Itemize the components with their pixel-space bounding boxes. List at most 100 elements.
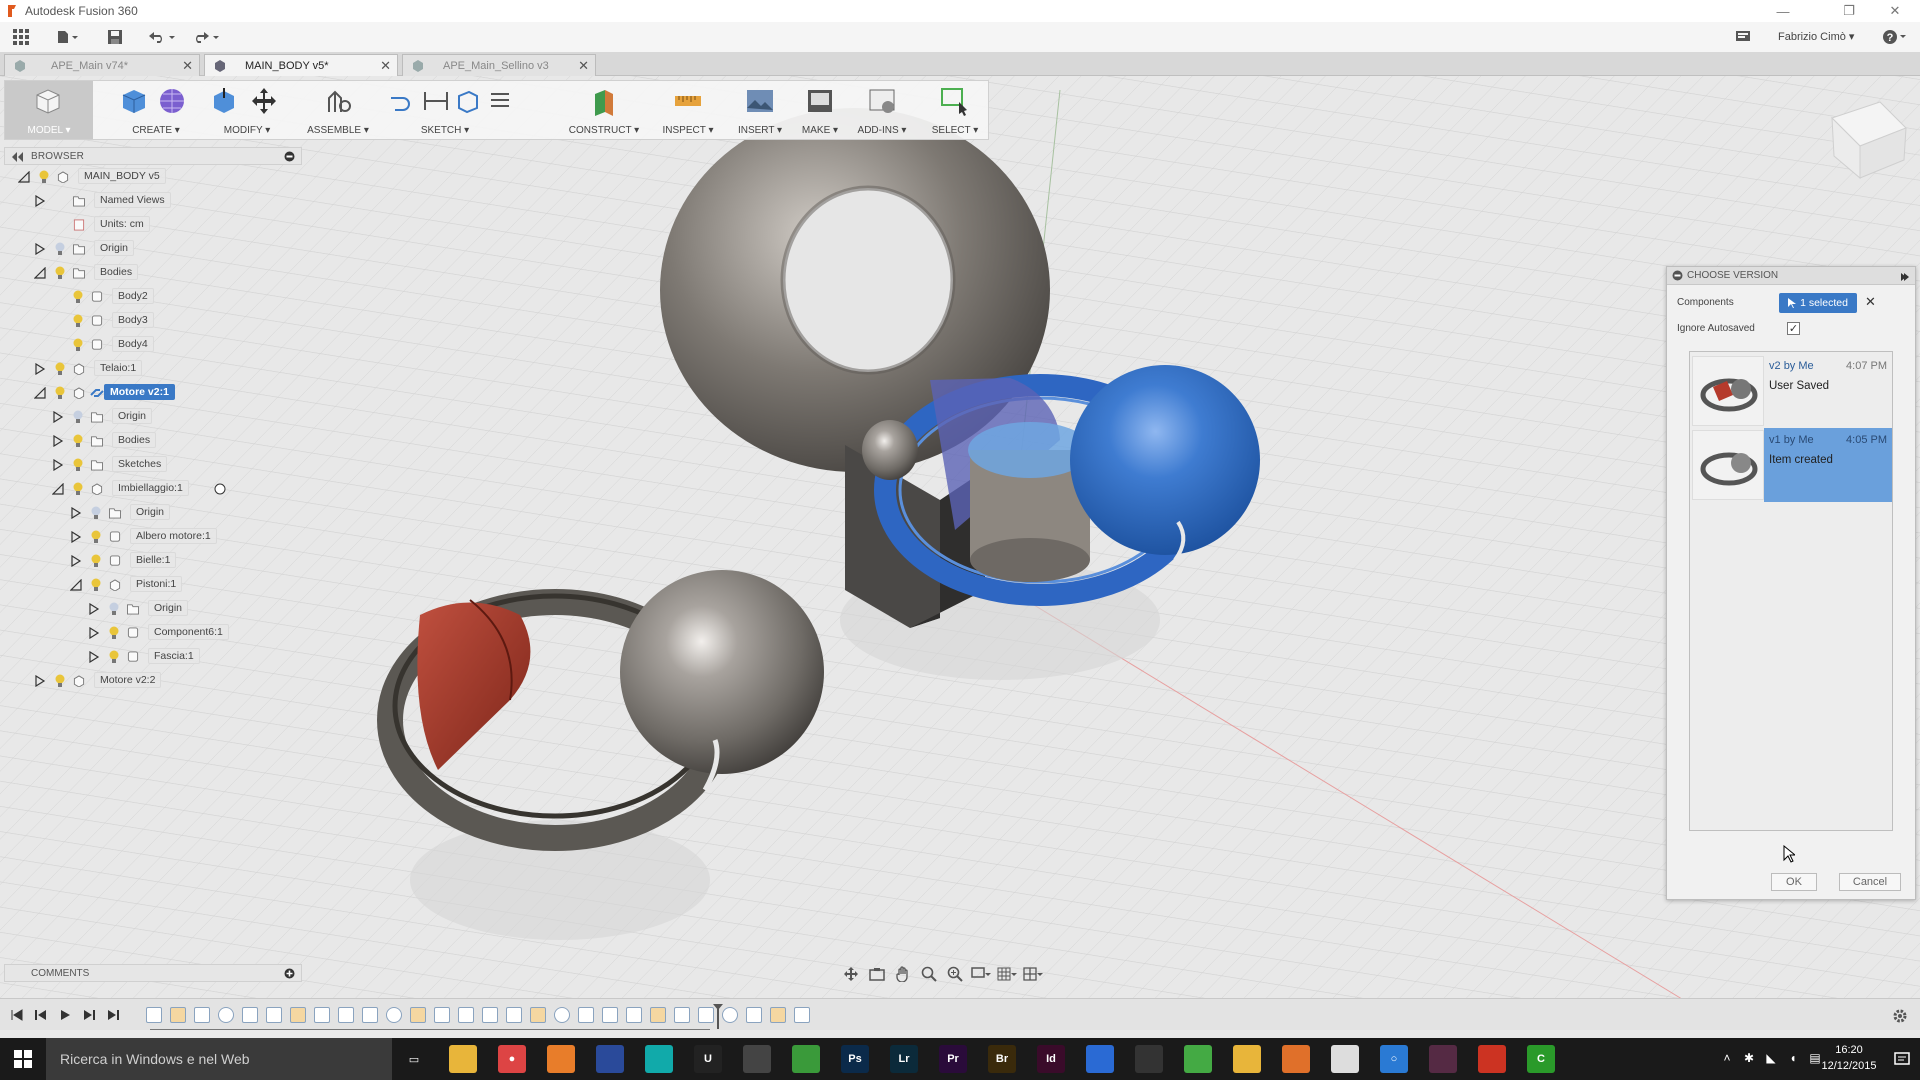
restore-icon[interactable]: ❐	[1826, 0, 1872, 22]
timeline-extrude-feature-icon[interactable]	[290, 1007, 306, 1023]
timeline-extrude-feature-icon[interactable]	[482, 1007, 498, 1023]
taskbar-cinema4d-icon[interactable]	[596, 1045, 624, 1073]
job-status-icon[interactable]	[1732, 25, 1754, 49]
taskbar-premiere-icon[interactable]: Pr	[939, 1045, 967, 1073]
tab-main-body[interactable]: MAIN_BODY v5* ✕	[204, 54, 398, 76]
timeline-extrude-feature-icon[interactable]	[386, 1007, 402, 1023]
expand-arrow-icon[interactable]	[34, 243, 46, 255]
timeline-last-icon[interactable]	[104, 1006, 122, 1024]
data-panel-grid-icon[interactable]	[10, 25, 32, 49]
timeline-rigid-group-feature-icon[interactable]	[746, 1007, 762, 1023]
expand-arrow-icon[interactable]	[34, 363, 46, 375]
taskbar-maps-icon[interactable]	[645, 1045, 673, 1073]
timeline-sketch-feature-icon[interactable]	[434, 1007, 450, 1023]
timeline-extrude-feature-icon[interactable]	[170, 1007, 186, 1023]
pin-panel-icon[interactable]	[284, 151, 295, 162]
visibility-bulb-icon[interactable]	[54, 386, 66, 400]
cancel-button[interactable]: Cancel	[1839, 873, 1901, 891]
volume-icon[interactable]: ◖	[1786, 1051, 1800, 1065]
taskbar-camtasia-recorder-icon[interactable]: C	[1527, 1045, 1555, 1073]
visibility-bulb-icon[interactable]	[90, 554, 102, 568]
timeline-joint-feature-icon[interactable]	[554, 1007, 570, 1023]
insert-menu[interactable]: INSERT ▾	[729, 81, 791, 139]
timeline-extrude-feature-icon[interactable]	[266, 1007, 282, 1023]
timeline-joint-feature-icon[interactable]	[530, 1007, 546, 1023]
make-menu[interactable]: MAKE ▾	[795, 81, 845, 139]
zoom-icon[interactable]	[918, 965, 940, 983]
visibility-bulb-icon[interactable]	[90, 578, 102, 592]
expand-arrow-icon[interactable]	[88, 603, 100, 615]
timeline-play-icon[interactable]	[56, 1006, 74, 1024]
timeline-sketch-feature-icon[interactable]	[146, 1007, 162, 1023]
clear-selection-icon[interactable]: ✕	[1865, 294, 1876, 310]
visibility-bulb-icon[interactable]	[72, 290, 84, 304]
timeline-extrude-feature-icon[interactable]	[338, 1007, 354, 1023]
timeline-extrude-feature-icon[interactable]	[362, 1007, 378, 1023]
visibility-bulb-icon[interactable]	[108, 602, 120, 616]
visibility-bulb-icon[interactable]	[108, 626, 120, 640]
taskbar-store-icon[interactable]	[1135, 1045, 1163, 1073]
taskbar-lightroom-icon[interactable]: Lr	[890, 1045, 918, 1073]
timeline-move-feature-icon[interactable]	[578, 1007, 594, 1023]
help-icon[interactable]: ?	[1880, 25, 1910, 49]
visibility-bulb-icon[interactable]	[72, 314, 84, 328]
redo-icon[interactable]	[188, 25, 222, 49]
taskbar-app-icon[interactable]	[743, 1045, 771, 1073]
taskbar-notepad-icon[interactable]	[1331, 1045, 1359, 1073]
expand-arrow-icon[interactable]	[52, 435, 64, 447]
components-selection-button[interactable]: 1 selected	[1779, 293, 1857, 313]
modify-menu[interactable]: MODIFY ▾	[207, 81, 287, 139]
visibility-bulb-icon[interactable]	[108, 650, 120, 664]
visibility-bulb-icon[interactable]	[72, 458, 84, 472]
add-ins-menu[interactable]: ADD-INS ▾	[853, 81, 911, 139]
visibility-bulb-icon[interactable]	[54, 674, 66, 688]
taskbar-chrome-icon[interactable]: ●	[498, 1045, 526, 1073]
construct-menu[interactable]: CONSTRUCT ▾	[561, 81, 647, 139]
minimize-icon[interactable]: —	[1760, 0, 1806, 22]
inspect-menu[interactable]: INSPECT ▾	[655, 81, 721, 139]
visibility-bulb-icon[interactable]	[72, 338, 84, 352]
workspace-switcher-model[interactable]: MODEL ▾	[5, 81, 93, 139]
timeline-revolve-feature-icon[interactable]	[722, 1007, 738, 1023]
ok-button[interactable]: OK	[1771, 873, 1817, 891]
version-item[interactable]: v1 by Me 4:05 PM Item created	[1690, 428, 1892, 502]
visibility-bulb-icon[interactable]	[72, 482, 84, 496]
visibility-bulb-icon[interactable]	[54, 362, 66, 376]
expand-dialog-icon[interactable]	[1901, 273, 1909, 281]
ignore-autosaved-checkbox[interactable]: ✓	[1787, 322, 1800, 335]
taskbar-indesign-icon[interactable]: Id	[1037, 1045, 1065, 1073]
tab-ape-main[interactable]: APE_Main v74* ✕	[4, 54, 200, 76]
show-hidden-icons[interactable]: ˄	[1720, 1051, 1734, 1065]
look-at-icon[interactable]	[866, 965, 888, 983]
tab-ape-main-sellino[interactable]: APE_Main_Sellino v3 ✕	[402, 54, 596, 76]
collapse-arrow-icon[interactable]	[34, 267, 46, 279]
timeline-extrude-feature-icon[interactable]	[314, 1007, 330, 1023]
taskbar-photoshop-icon[interactable]: Ps	[841, 1045, 869, 1073]
taskbar-editor-icon[interactable]	[1429, 1045, 1457, 1073]
file-menu-icon[interactable]	[52, 25, 82, 49]
close-window-icon[interactable]: ✕	[1872, 0, 1918, 22]
timeline-extrude-feature-icon[interactable]	[194, 1007, 210, 1023]
visibility-bulb-icon[interactable]	[38, 170, 50, 184]
create-menu[interactable]: CREATE ▾	[113, 81, 199, 139]
3d-viewport-canvas[interactable]	[0, 76, 1920, 1016]
expand-arrow-icon[interactable]	[52, 411, 64, 423]
taskbar-upwork-icon[interactable]	[1184, 1045, 1212, 1073]
comments-panel-header[interactable]: COMMENTS	[4, 964, 302, 982]
expand-arrow-icon[interactable]	[34, 675, 46, 687]
taskbar-fusion360-icon[interactable]	[1282, 1045, 1310, 1073]
timeline-joint-feature-icon[interactable]	[794, 1007, 810, 1023]
user-account-menu[interactable]: Fabrizio Cimò ▾	[1778, 30, 1854, 43]
taskbar-unreal-icon[interactable]: U	[694, 1045, 722, 1073]
collapse-arrow-icon[interactable]	[70, 579, 82, 591]
timeline-next-icon[interactable]	[80, 1006, 98, 1024]
close-tab-icon[interactable]: ✕	[578, 58, 589, 74]
viewports-icon[interactable]	[1022, 965, 1044, 983]
expand-arrow-icon[interactable]	[34, 195, 46, 207]
action-center-icon[interactable]	[1894, 1051, 1910, 1067]
timeline-joint-feature-icon[interactable]	[650, 1007, 666, 1023]
collapse-arrow-icon[interactable]	[34, 387, 46, 399]
timeline-marker-icon[interactable]	[712, 1003, 724, 1029]
visibility-bulb-icon[interactable]	[90, 530, 102, 544]
timeline-joint-feature-icon[interactable]	[626, 1007, 642, 1023]
